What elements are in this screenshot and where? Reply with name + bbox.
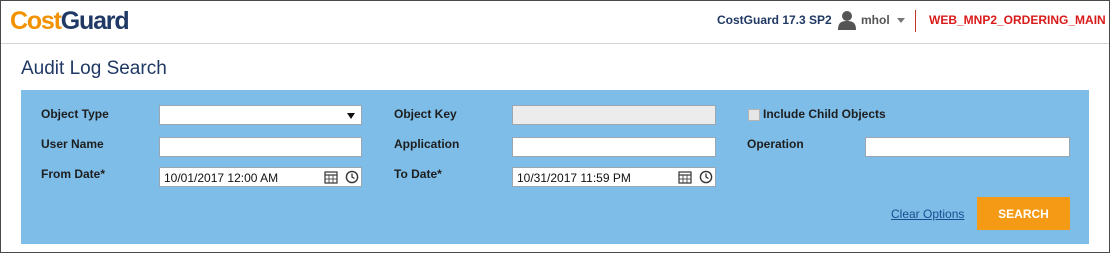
logo-text-cost: Cost bbox=[10, 7, 62, 35]
object-type-select[interactable] bbox=[159, 105, 362, 125]
operation-label: Operation bbox=[747, 137, 804, 151]
application-label: Application bbox=[394, 137, 460, 151]
user-name-label: User Name bbox=[41, 137, 104, 151]
to-date-field[interactable]: 10/31/2017 11:59 PM bbox=[512, 167, 716, 187]
operation-input[interactable] bbox=[865, 137, 1070, 157]
chevron-down-icon[interactable] bbox=[897, 18, 905, 23]
object-key-label: Object Key bbox=[394, 107, 457, 121]
from-date-label: From Date* bbox=[41, 167, 106, 181]
clock-icon[interactable] bbox=[699, 170, 713, 189]
clock-icon[interactable] bbox=[345, 170, 359, 189]
calendar-icon[interactable] bbox=[324, 170, 338, 189]
username[interactable]: mhol bbox=[861, 13, 890, 27]
search-button[interactable]: SEARCH bbox=[977, 197, 1070, 230]
header-divider bbox=[915, 10, 916, 32]
top-bar: CostGuard CostGuard 17.3 SP2 mhol WEB_MN… bbox=[1, 1, 1109, 44]
calendar-icon[interactable] bbox=[678, 170, 692, 189]
environment-label[interactable]: WEB_MNP2_ORDERING_MAIN bbox=[929, 13, 1106, 27]
to-date-label: To Date* bbox=[394, 167, 442, 181]
from-date-value: 10/01/2017 12:00 AM bbox=[164, 171, 279, 185]
version-label: CostGuard 17.3 SP2 bbox=[717, 13, 832, 27]
include-child-checkbox[interactable] bbox=[748, 109, 760, 121]
user-name-input[interactable] bbox=[159, 137, 362, 157]
costguard-logo[interactable]: CostGuard bbox=[10, 7, 130, 35]
dropdown-arrow-icon bbox=[347, 113, 355, 119]
from-date-field[interactable]: 10/01/2017 12:00 AM bbox=[159, 167, 362, 187]
application-input[interactable] bbox=[512, 137, 716, 157]
object-key-input[interactable] bbox=[512, 105, 716, 125]
user-icon[interactable] bbox=[838, 10, 856, 35]
object-type-label: Object Type bbox=[41, 107, 109, 121]
app-frame: CostGuard CostGuard 17.3 SP2 mhol WEB_MN… bbox=[0, 0, 1110, 253]
to-date-value: 10/31/2017 11:59 PM bbox=[517, 171, 631, 185]
clear-options-link[interactable]: Clear Options bbox=[891, 207, 964, 221]
page-title: Audit Log Search bbox=[21, 58, 167, 79]
logo-text-guard: Guard bbox=[60, 7, 130, 35]
include-child-label: Include Child Objects bbox=[763, 107, 886, 121]
